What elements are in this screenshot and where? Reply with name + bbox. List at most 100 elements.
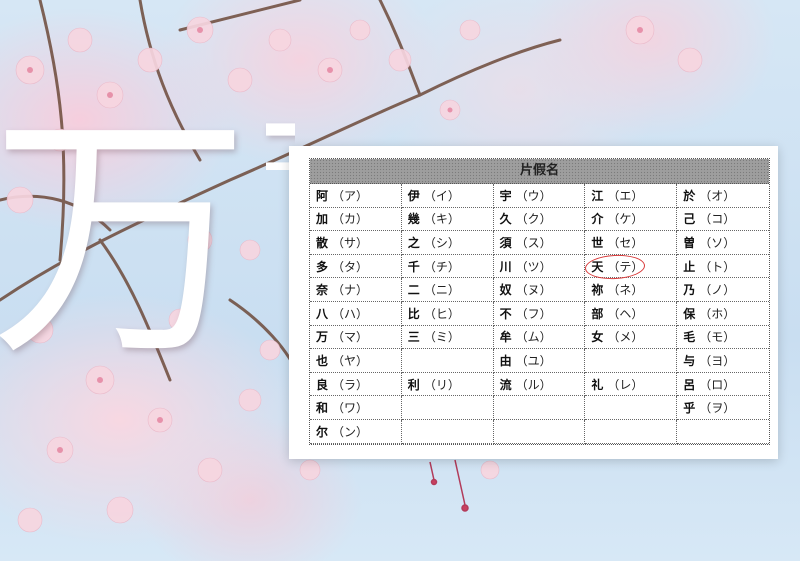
table-cell	[401, 396, 494, 420]
table-cell: 加（カ）	[310, 207, 402, 232]
table-cell: 川（ツ）	[493, 254, 586, 279]
kanji-source: 千	[407, 259, 420, 274]
kanji-source: 流	[499, 377, 512, 392]
kanji-source: 良	[316, 377, 329, 392]
kanji-source: 久	[499, 212, 512, 227]
kanji-source: 与	[683, 353, 696, 368]
katakana-reading: （ン）	[332, 424, 369, 439]
table-grid: 阿（ア）伊（イ）宇（ウ）江（エ）於（オ）加（カ）幾（キ）久（ク）介（ケ）己（コ）…	[310, 184, 769, 444]
table-cell	[585, 419, 678, 444]
katakana-reading: （ヲ）	[699, 401, 736, 416]
kanji-source: 須	[499, 235, 512, 250]
katakana-reading: （エ）	[607, 188, 644, 203]
katakana-origin-card: 片假名 阿（ア）伊（イ）宇（ウ）江（エ）於（オ）加（カ）幾（キ）久（ク）介（ケ）…	[289, 146, 778, 459]
kanji-source: 加	[316, 212, 329, 227]
table-cell: 之（シ）	[401, 231, 494, 255]
katakana-reading: （フ）	[515, 306, 552, 321]
kanji-source: 散	[316, 235, 329, 250]
kanji-source: 尔	[316, 424, 329, 439]
table-cell: 阿（ア）	[310, 184, 402, 208]
katakana-reading: （ネ）	[607, 283, 644, 298]
kanji-source: 曽	[683, 235, 696, 250]
kanji-source: 万	[316, 330, 329, 345]
kanji-source: 幾	[407, 212, 420, 227]
katakana-reading: （ツ）	[515, 259, 552, 274]
table-cell: 幾（キ）	[401, 207, 494, 232]
table-cell: 奴（ヌ）	[493, 278, 586, 302]
kanji-source: 江	[591, 188, 604, 203]
kanji-source: 宇	[499, 188, 512, 203]
kanji-source: 比	[407, 306, 420, 321]
kanji-source: 己	[683, 212, 696, 227]
table-cell: 介（ケ）	[585, 207, 678, 232]
table-cell: 毛（モ）	[677, 326, 769, 350]
katakana-reading: （ノ）	[699, 283, 736, 298]
table-cell	[493, 396, 586, 420]
katakana-reading: （ウ）	[515, 188, 552, 203]
katakana-reading: （シ）	[423, 235, 460, 250]
katakana-reading: （ユ）	[515, 353, 552, 368]
kanji-source: 奈	[316, 283, 329, 298]
katakana-reading: （ハ）	[332, 306, 369, 321]
table-cell: 乎（ヲ）	[677, 396, 769, 420]
table-cell: 二（ニ）	[401, 278, 494, 302]
kanji-source: 礼	[591, 377, 604, 392]
katakana-reading: （ス）	[515, 235, 552, 250]
katakana-reading: （ラ）	[332, 377, 369, 392]
katakana-reading: （ワ）	[332, 401, 369, 416]
table-cell: 江（エ）	[585, 184, 678, 208]
table-cell: 良（ラ）	[310, 372, 402, 397]
table-cell	[585, 349, 678, 373]
katakana-reading: （モ）	[699, 330, 736, 345]
table-cell: 也（ヤ）	[310, 349, 402, 373]
table-cell: 三（ミ）	[401, 325, 494, 350]
katakana-reading: （ニ）	[423, 283, 460, 298]
kanji-source: 止	[683, 259, 696, 274]
katakana-reading: （レ）	[607, 377, 644, 392]
katakana-reading: （セ）	[607, 235, 644, 250]
kanji-source: 多	[316, 259, 329, 274]
katakana-reading: （オ）	[699, 188, 736, 203]
kanji-source: 乃	[683, 283, 696, 298]
table-cell: 利（リ）	[401, 372, 494, 397]
kanji-source: 部	[591, 306, 604, 321]
kanji-source: 乎	[683, 401, 696, 416]
katakana-reading: （カ）	[332, 212, 369, 227]
kanji-source: 牟	[499, 330, 512, 345]
table-cell-circled: 天（テ）	[585, 254, 678, 279]
kanji-source: 伊	[407, 188, 420, 203]
table-cell: 和（ワ）	[310, 396, 402, 420]
kanji-source: 三	[407, 330, 420, 345]
table-cell: 比（ヒ）	[401, 301, 494, 326]
katakana-reading: （ヨ）	[699, 353, 736, 368]
table-cell: 乃（ノ）	[677, 278, 769, 302]
table-cell: 八（ハ）	[310, 301, 402, 326]
katakana-reading: （チ）	[423, 259, 460, 274]
kanji-source: 二	[407, 283, 420, 298]
table-cell: 於（オ）	[677, 184, 769, 208]
katakana-reading: （ヤ）	[332, 353, 369, 368]
katakana-reading: （コ）	[699, 212, 736, 227]
katakana-reading: （キ）	[423, 212, 460, 227]
katakana-reading: （タ）	[332, 259, 369, 274]
katakana-reading: （ヌ）	[515, 283, 552, 298]
kanji-source: 之	[407, 235, 420, 250]
katakana-reading: （ル）	[515, 377, 552, 392]
table-cell: 久（ク）	[493, 207, 586, 232]
katakana-reading: （ム）	[515, 330, 552, 345]
kanji-source: 也	[316, 353, 329, 368]
katakana-reading: （ヒ）	[423, 306, 460, 321]
katakana-reading: （ホ）	[699, 306, 736, 321]
table-cell: 不（フ）	[493, 301, 586, 326]
table-cell: 礼（レ）	[585, 372, 678, 397]
table-cell: 奈（ナ）	[310, 278, 402, 302]
kanji-source: 呂	[683, 377, 696, 392]
table-cell	[401, 349, 494, 373]
kanji-source: 世	[591, 235, 604, 250]
background-large-character: 万	[0, 89, 250, 391]
katakana-reading: （リ）	[423, 377, 460, 392]
katakana-reading: （ト）	[699, 259, 736, 274]
table-cell: 祢（ネ）	[585, 278, 678, 302]
table-cell: 千（チ）	[401, 254, 494, 279]
katakana-reading: （テ）	[607, 259, 644, 274]
